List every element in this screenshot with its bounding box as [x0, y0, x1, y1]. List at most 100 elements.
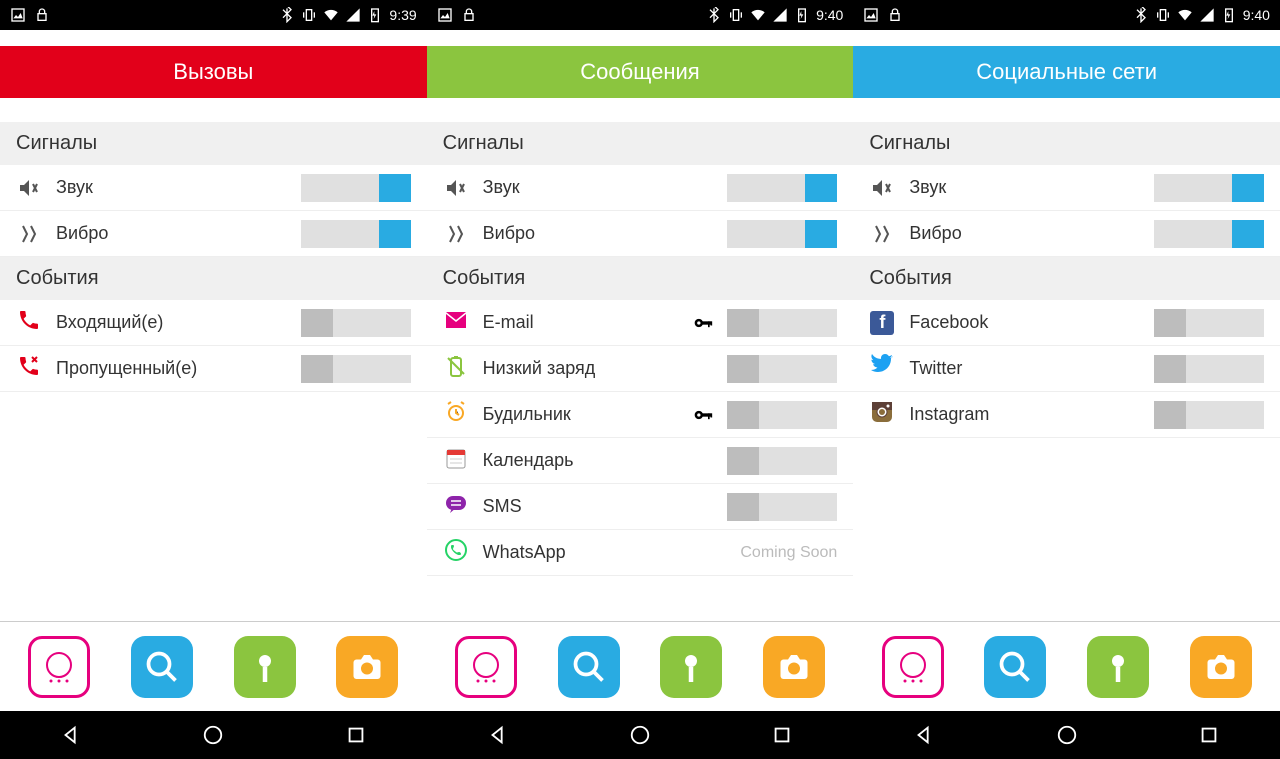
home-button[interactable] [629, 724, 651, 746]
toggle-switch[interactable] [1154, 174, 1264, 202]
status-bar: 9:39 [0, 0, 427, 30]
pin-app-icon[interactable] [660, 636, 722, 698]
sound-icon [869, 175, 895, 201]
toggle-switch[interactable] [1154, 220, 1264, 248]
event-row: Instagram [853, 392, 1280, 438]
toggle-switch[interactable] [1154, 309, 1264, 337]
back-button[interactable] [913, 724, 935, 746]
bluetooth-icon [706, 7, 722, 23]
signal-icon [345, 7, 361, 23]
toggle-switch[interactable] [1154, 355, 1264, 383]
signal-icon [1199, 7, 1215, 23]
toggle-switch[interactable] [301, 174, 411, 202]
sound-label: Звук [56, 177, 301, 198]
event-label: Facebook [909, 312, 1154, 333]
toggle-switch[interactable] [727, 401, 837, 429]
wifi-icon [750, 7, 766, 23]
toggle-switch[interactable] [301, 355, 411, 383]
camera-app-icon[interactable] [336, 636, 398, 698]
toggle-switch[interactable] [727, 493, 837, 521]
pin-app-icon[interactable] [1087, 636, 1149, 698]
tab-header[interactable]: Сообщения [427, 46, 854, 98]
status-bar: 9:40 [427, 0, 854, 30]
tab-label: Сообщения [580, 59, 699, 85]
search-app-icon[interactable] [984, 636, 1046, 698]
clock-app-icon[interactable] [28, 636, 90, 698]
status-time: 9:39 [389, 7, 416, 23]
sound-icon [16, 175, 42, 201]
whatsapp-icon [444, 538, 468, 567]
event-label: Instagram [909, 404, 1154, 425]
vibro-icon [869, 221, 895, 247]
camera-app-icon[interactable] [763, 636, 825, 698]
toggle-switch[interactable] [727, 309, 837, 337]
clock-app-icon[interactable] [882, 636, 944, 698]
toggle-switch[interactable] [727, 220, 837, 248]
event-label: Twitter [909, 358, 1154, 379]
phone-in-icon [17, 308, 41, 337]
wifi-icon [323, 7, 339, 23]
toggle-switch[interactable] [301, 220, 411, 248]
event-row: Входящий(е) [0, 300, 427, 346]
bottom-nav [853, 621, 1280, 711]
panel-0: 9:39 Вызовы Сигналы Звук Вибро События В… [0, 0, 427, 759]
toggle-switch[interactable] [301, 309, 411, 337]
tab-label: Вызовы [173, 59, 253, 85]
toggle-switch[interactable] [727, 174, 837, 202]
battery-charging-icon [1221, 7, 1237, 23]
event-label: Входящий(е) [56, 312, 301, 333]
search-app-icon[interactable] [558, 636, 620, 698]
event-row: SMS [427, 484, 854, 530]
clock-app-icon[interactable] [455, 636, 517, 698]
back-button[interactable] [60, 724, 82, 746]
event-row: Календарь [427, 438, 854, 484]
android-nav-bar [853, 711, 1280, 759]
vibro-label: Вибро [56, 223, 301, 244]
battery-charging-icon [794, 7, 810, 23]
bottom-nav [427, 621, 854, 711]
sound-row: Звук [853, 165, 1280, 211]
key-icon [687, 313, 719, 333]
event-label: Будильник [483, 404, 688, 425]
recent-button[interactable] [345, 724, 367, 746]
back-button[interactable] [487, 724, 509, 746]
image-icon [863, 7, 879, 23]
toggle-switch[interactable] [727, 447, 837, 475]
event-label: Календарь [483, 450, 728, 471]
sound-label: Звук [483, 177, 728, 198]
sms-icon [444, 492, 468, 521]
recent-button[interactable] [1198, 724, 1220, 746]
image-icon [10, 7, 26, 23]
lock-icon [34, 7, 50, 23]
vibrate-icon [301, 7, 317, 23]
twitter-icon [870, 354, 894, 383]
tab-label: Социальные сети [976, 59, 1157, 85]
pin-app-icon[interactable] [234, 636, 296, 698]
event-row: E-mail [427, 300, 854, 346]
phone-missed-icon [17, 354, 41, 383]
status-time: 9:40 [816, 7, 843, 23]
vibro-icon [16, 221, 42, 247]
home-button[interactable] [202, 724, 224, 746]
facebook-icon: f [870, 311, 894, 335]
home-button[interactable] [1056, 724, 1078, 746]
event-row: WhatsApp Coming Soon [427, 530, 854, 576]
status-time: 9:40 [1243, 7, 1270, 23]
image-icon [437, 7, 453, 23]
bluetooth-icon [279, 7, 295, 23]
tab-header[interactable]: Вызовы [0, 46, 427, 98]
event-label: Пропущенный(е) [56, 358, 301, 379]
toggle-switch[interactable] [727, 355, 837, 383]
recent-button[interactable] [771, 724, 793, 746]
lock-icon [461, 7, 477, 23]
search-app-icon[interactable] [131, 636, 193, 698]
camera-app-icon[interactable] [1190, 636, 1252, 698]
vibro-row: Вибро [853, 211, 1280, 257]
events-header: События [853, 257, 1280, 300]
event-label: WhatsApp [483, 542, 718, 563]
signals-header: Сигналы [0, 122, 427, 165]
alarm-icon [444, 400, 468, 429]
tab-header[interactable]: Социальные сети [853, 46, 1280, 98]
vibro-label: Вибро [483, 223, 728, 244]
toggle-switch[interactable] [1154, 401, 1264, 429]
